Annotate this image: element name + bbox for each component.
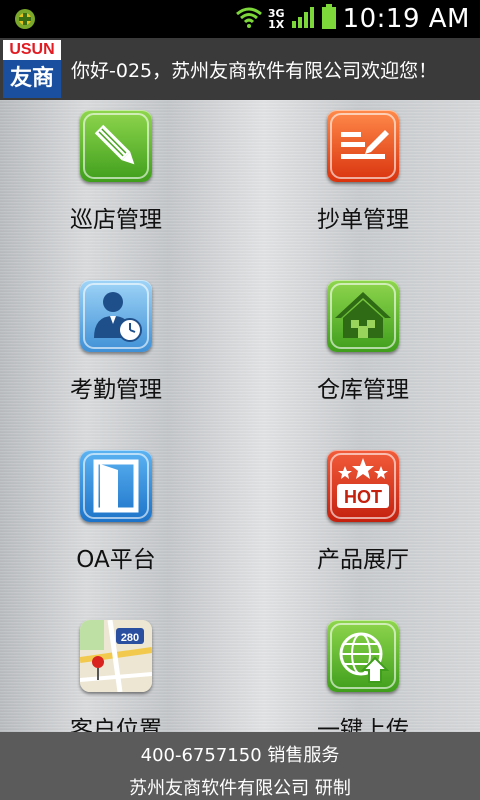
app-notification-icon [14, 8, 36, 30]
wifi-icon [235, 6, 262, 32]
app-logo: USUN 友商 [3, 40, 61, 98]
map-badge-text: 280 [121, 632, 139, 644]
tile-product-showroom[interactable]: HOT 产品展厅 [263, 450, 463, 620]
app-header: USUN 友商 你好-025，苏州友商软件有限公司欢迎您！ [0, 38, 480, 100]
menu-grid: 巡店管理 抄单管理 考勤管理 仓库管理 OA平台 HOT 产品展厅 280 客户… [0, 100, 480, 732]
logo-bottom-text: 友商 [3, 60, 61, 98]
tile-oa-platform[interactable]: OA平台 [16, 450, 216, 620]
house-icon [327, 280, 399, 352]
hot-stars-icon: HOT [327, 450, 399, 522]
tile-label: 一键上传 [317, 717, 409, 732]
tile-label: 抄单管理 [317, 207, 409, 233]
tile-order-entry[interactable]: 抄单管理 [263, 110, 463, 280]
pencil-icon [80, 110, 152, 182]
tile-label: 产品展厅 [317, 547, 409, 573]
network-bottom: 1X [268, 18, 285, 31]
tile-customer-location[interactable]: 280 客户位置 [16, 620, 216, 732]
person-clock-icon [80, 280, 152, 352]
signal-icon [291, 5, 315, 33]
globe-upload-icon [327, 620, 399, 692]
tile-attendance[interactable]: 考勤管理 [16, 280, 216, 450]
sales-service-phone[interactable]: 400-6757150 销售服务 [0, 741, 480, 767]
tile-patrol-store[interactable]: 巡店管理 [16, 110, 216, 280]
developer-credit: 苏州友商软件有限公司 研制 [129, 778, 351, 799]
tile-one-click-upload[interactable]: 一键上传 [263, 620, 463, 732]
logo-top-text: USUN [3, 40, 61, 60]
welcome-message: 你好-025，苏州友商软件有限公司欢迎您！ [71, 59, 438, 82]
tile-label: 仓库管理 [317, 377, 409, 403]
tile-label: OA平台 [76, 547, 156, 573]
status-bar: 3G 1X 10:19 AM [0, 0, 480, 38]
tile-label: 巡店管理 [70, 207, 162, 233]
battery-icon [321, 4, 337, 34]
tile-warehouse[interactable]: 仓库管理 [263, 280, 463, 450]
note-icon [327, 110, 399, 182]
tile-label: 考勤管理 [70, 377, 162, 403]
hot-text: HOT [344, 487, 382, 507]
footer: 400-6757150 销售服务 苏州友商软件有限公司 研制 [0, 732, 480, 800]
network-type-icon: 3G 1X [268, 8, 285, 30]
map-icon: 280 [80, 620, 152, 692]
tile-label: 客户位置 [70, 717, 162, 732]
status-time: 10:19 AM [342, 4, 470, 34]
door-icon [80, 450, 152, 522]
